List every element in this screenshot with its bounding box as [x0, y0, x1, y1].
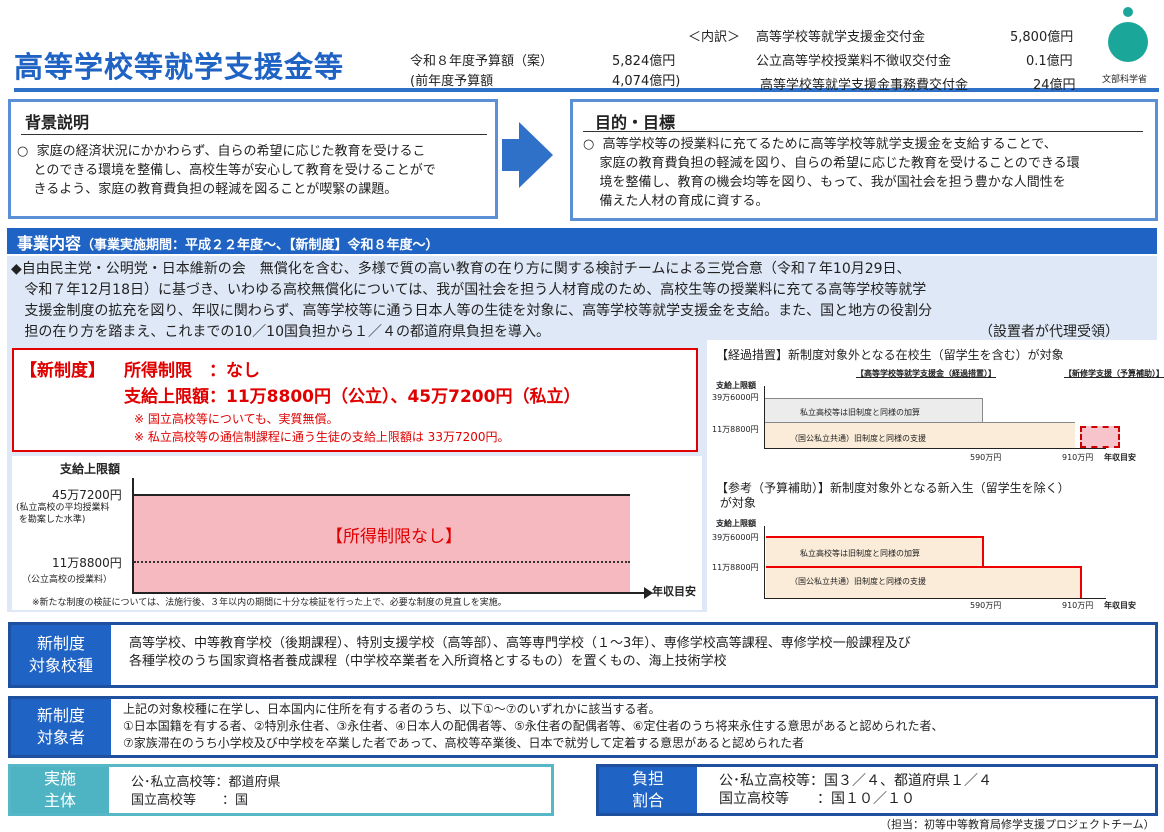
eligible-persons-row: 新制度 対象者 上記の対象校種に在学し、日本国内に住所を有する者のうち、以下①～… [8, 696, 1158, 758]
breakdown-item-label: 高等学校等就学支援金交付金 [756, 30, 926, 45]
purpose-body: ○ 高等学校等の授業料に充てるために高等学校等就学支援金を支給することで、 家庭… [583, 137, 1080, 209]
transition-upper-label: 私立高校等は旧制度と同様の加算 [800, 408, 920, 417]
lower-line [134, 561, 630, 563]
prev-budget-label: (前年度予算額 [410, 74, 494, 89]
income-limit: 所得制限 ：なし [124, 361, 260, 381]
burden-row: 負担 割合 公･私立高校等：国３／４、都道府県１／４ 国立高校等 ：国１０／１０ [596, 764, 1158, 816]
x-axis [132, 592, 644, 594]
reference-xlabel: 年収目安 [1104, 601, 1136, 610]
ministry-logo-icon [1108, 22, 1148, 62]
new-system-tag: 【新制度】 [20, 361, 105, 381]
reference-y-axis [764, 526, 765, 598]
chart-ylabel: 支給上限額 [60, 462, 121, 476]
footer-contact: （担当：初等中等教育局修学支援プロジェクトチーム） [880, 818, 1155, 831]
transition-x2: 910万円 [1062, 453, 1094, 462]
reference-x2: 910万円 [1062, 601, 1094, 610]
breakdown-label: ＜内訳＞ [688, 30, 741, 45]
transition-lower-label: （国公私立共通）旧制度と同様の支援 [790, 434, 926, 443]
transition-title: 【経過措置】新制度対象外となる在校生（留学生を含む）が対象 [716, 348, 1064, 362]
chart-footnote: ※新たな制度の検証については、法施行後、３年以内の期間に十分な検証を行った上で、… [32, 598, 507, 608]
reference-x-axis [764, 598, 1106, 599]
transition-x1: 590万円 [970, 453, 1002, 462]
upper-tick-sub: (私立高校の平均授業料 を勘案した水準) [16, 503, 110, 525]
breakdown-item-label: 高等学校等就学支援金事務費交付金 [760, 78, 969, 93]
eligible-schools-label: 新制度 対象校種 [11, 625, 111, 685]
chart-region-label: 【所得制限なし】 [326, 527, 462, 547]
burden-label: 負担 割合 [599, 767, 697, 813]
transition-y-upper: 39万6000円 [712, 393, 759, 402]
background-body: ○ 家庭の経済状況にかかわらず、自らの希望に応じた教育を受けるこ とのできる環境… [17, 144, 436, 197]
background-title: 背景説明 [25, 113, 90, 132]
budget-value: 5,824億円 [612, 54, 676, 69]
main-chart: 支給上限額 年収目安 【所得制限なし】 45万7200円 (私立高校の平均授業料… [12, 456, 702, 610]
transition-tag-right: 【新修学支援（予算補助）】 [1064, 369, 1164, 378]
eligible-schools-row: 新制度 対象校種 高等学校、中等教育学校（後期課程）、特別支援学校（高等部）、高… [8, 622, 1158, 688]
eligible-persons-body: 上記の対象校種に在学し、日本国内に住所を有する者のうち、以下①～⑦のいずれかに該… [123, 702, 944, 750]
transition-xlabel: 年収目安 [1104, 453, 1136, 462]
business-body: ◆自由民主党・公明党・日本維新の会 無償化を含む、多様で質の高い教育の在り方に関… [11, 261, 933, 340]
ministry-logo-dot [1123, 7, 1133, 17]
note-national: ※ 国立高校等についても、実質無償。 [134, 412, 339, 426]
reference-lower-label: （国公私立共通）旧制度と同様の支援 [790, 577, 926, 586]
burden-body: 公･私立高校等：国３／４、都道府県１／４ 国立高校等 ：国１０／１０ [719, 773, 992, 807]
business-body-area: ◆自由民主党・公明党・日本維新の会 無償化を含む、多様で質の高い教育の在り方に関… [7, 256, 1157, 340]
breakdown-item-label: 公立高等学校授業料不徴収交付金 [756, 54, 952, 69]
page-title: 高等学校等就学支援金等 [14, 50, 345, 84]
background-panel: 背景説明 ○ 家庭の経済状況にかかわらず、自らの希望に応じた教育を受けるこ との… [8, 99, 498, 219]
right-arrow-icon [519, 122, 553, 188]
new-system-box: 【新制度】 所得制限 ：なし 支給上限額：11万8800円（公立）、45万720… [12, 348, 698, 452]
lower-tick-label: 11万8800円 [52, 556, 122, 570]
transition-new-band [1080, 426, 1120, 448]
reference-chart: 支給上限額 私立高校等は旧制度と同様の加算 （国公私立共通）旧制度と同様の支援 … [708, 512, 1157, 612]
reference-upper-label: 私立高校等は旧制度と同様の加算 [800, 549, 920, 558]
purpose-panel: 目的・目標 ○ 高等学校等の授業料に充てるために高等学校等就学支援金を支給するこ… [570, 99, 1158, 221]
implementer-body: 公･私立高校等：都道府県 国立高校等 ：国 [131, 775, 281, 808]
transition-x-axis [764, 448, 1106, 449]
breakdown-item-value: 5,800億円 [1010, 30, 1074, 45]
business-header: 事業内容（事業実施期間：平成２２年度～、【新制度】令和８年度～） [7, 228, 1157, 254]
eligible-schools-body: 高等学校、中等教育学校（後期課程）、特別支援学校（高等部）、高等専門学校（１～3… [129, 636, 911, 669]
transition-tag-left: 【高等学校等就学支援金（経過措置）】 [856, 369, 996, 378]
reference-title: 【参考（予算補助）】新制度対象外となる新入生（留学生を除く） が対象 [716, 481, 1070, 510]
breakdown-item-value: 24億円 [1033, 78, 1076, 93]
implementer-row: 実施 主体 公･私立高校等：都道府県 国立高校等 ：国 [8, 764, 554, 816]
reference-y-lower: 11万8800円 [712, 563, 759, 572]
business-note: （設置者が代理受領） [979, 324, 1119, 340]
divider [21, 134, 487, 135]
lower-tick-sub: （公立高校の授業料） [22, 575, 113, 585]
ministry-name: 文部科学省 [1102, 75, 1148, 85]
transition-y-lower: 11万8800円 [712, 425, 759, 434]
upper-line [134, 494, 630, 496]
prev-budget-value: 4,074億円) [612, 74, 681, 89]
eligible-persons-label: 新制度 対象者 [11, 699, 111, 755]
chart-xlabel: 年収目安 [652, 585, 696, 598]
divider [583, 131, 1143, 132]
title-rule [14, 88, 1159, 92]
business-title: 事業内容（事業実施期間：平成２２年度～、【新制度】令和８年度～） [17, 234, 439, 253]
reference-y-upper: 39万6000円 [712, 533, 759, 542]
transition-chart: 支給上限額 【高等学校等就学支援金（経過措置）】 【新修学支援（予算補助）】 私… [708, 364, 1164, 462]
note-correspondence: ※ 私立高校等の通信制課程に通う生徒の支給上限額は 33万7200円。 [134, 430, 510, 444]
payment-cap: 支給上限額：11万8800円（公立）、45万7200円（私立） [124, 387, 581, 407]
implementer-label: 実施 主体 [11, 767, 109, 813]
budget-label: 令和８年度予算額（案） [410, 54, 554, 69]
purpose-title: 目的・目標 [595, 113, 676, 132]
reference-x1: 590万円 [970, 601, 1002, 610]
reference-ylabel: 支給上限額 [716, 519, 756, 528]
upper-tick-label: 45万7200円 [52, 488, 122, 502]
breakdown-item-value: 0.1億円 [1026, 54, 1073, 69]
transition-ylabel: 支給上限額 [716, 381, 756, 390]
